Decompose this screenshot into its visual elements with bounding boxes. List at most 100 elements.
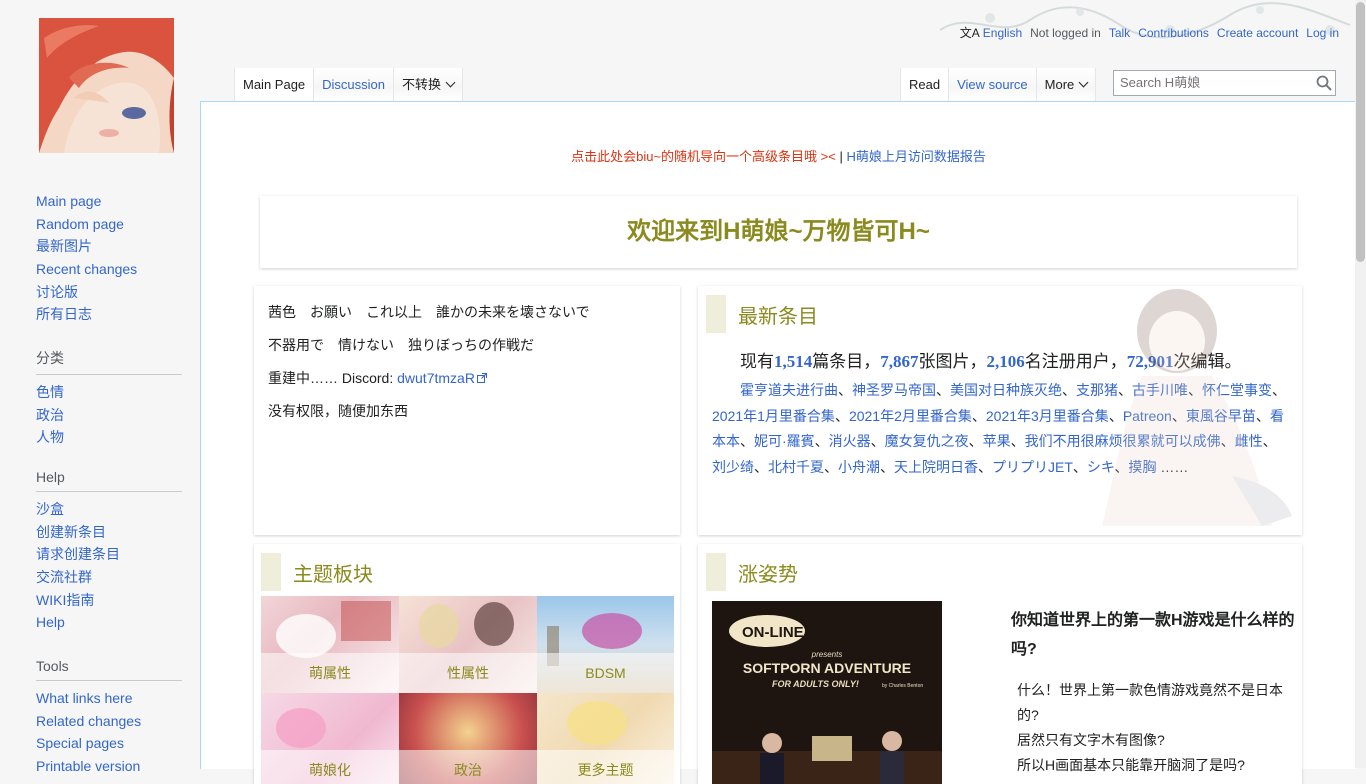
- category-politics[interactable]: 政治: [36, 407, 64, 423]
- topic-label: 政治: [399, 750, 537, 784]
- nav-new-images[interactable]: 最新图片: [36, 238, 92, 254]
- variant-dropdown-label: 不转换: [402, 77, 442, 92]
- pose-title: 涨姿势: [706, 553, 1302, 591]
- help-help[interactable]: Help: [36, 614, 65, 630]
- tab-main-page[interactable]: Main Page: [234, 68, 315, 101]
- tab-read[interactable]: Read: [900, 68, 950, 101]
- cover-brand-text: ON-LINE systems: [742, 624, 868, 641]
- chevron-down-icon: [445, 77, 456, 88]
- contributions-link[interactable]: Contributions: [1138, 26, 1209, 40]
- list-separator: 、: [870, 433, 885, 450]
- latest-bg-figure: [1082, 286, 1302, 535]
- did-you-know-text: 你知道世界上的第一款H游戏是什么样的吗? 什么！世界上第一款色情游戏竟然不是日本…: [1011, 606, 1301, 778]
- help-community[interactable]: 交流社群: [36, 569, 92, 585]
- list-separator: 、: [824, 459, 838, 476]
- title-accent-bar: [261, 553, 281, 591]
- scrollbar-thumb[interactable]: [1356, 2, 1365, 262]
- category-erotic[interactable]: 色情: [36, 384, 64, 400]
- topic-label: BDSM: [537, 653, 674, 693]
- help-create-article[interactable]: 创建新条目: [36, 524, 106, 540]
- tab-discussion[interactable]: Discussion: [314, 68, 395, 101]
- help-request-article[interactable]: 请求创建条目: [36, 546, 120, 562]
- discord-link[interactable]: dwut7tmzaR: [397, 370, 475, 386]
- variant-dropdown[interactable]: 不转换: [394, 68, 464, 101]
- topic-label: 萌属性: [261, 653, 399, 693]
- intro-line-1: 茜色 お願い これ以上 誰かの未来を壊さないで: [268, 304, 590, 320]
- tools-special-pages[interactable]: Special pages: [36, 735, 124, 751]
- topic-tile-moefication[interactable]: 萌娘化: [261, 693, 399, 784]
- tab-view-source[interactable]: View source: [949, 68, 1037, 101]
- list-separator: 、: [740, 433, 754, 450]
- softporn-cover-image[interactable]: ON-LINE systems presents SOFTPORN ADVENT…: [712, 601, 942, 784]
- latest-article-link[interactable]: 苹果: [983, 433, 1011, 449]
- stats-images[interactable]: 7,867: [880, 352, 918, 371]
- latest-article-link[interactable]: 小舟潮: [838, 459, 880, 475]
- random-article-link[interactable]: 点击此处会biu~的随机导向一个高级条目哦 ><: [571, 149, 836, 164]
- chevron-down-icon: [1078, 77, 1089, 88]
- topic-label: 更多主题: [537, 750, 674, 784]
- tab-view-source-label[interactable]: View source: [957, 77, 1028, 92]
- nav-recent-changes[interactable]: Recent changes: [36, 261, 137, 277]
- nav-main-page[interactable]: Main page: [36, 193, 101, 209]
- stats-articles[interactable]: 1,514: [774, 352, 812, 371]
- stats-text: 现有: [740, 352, 774, 371]
- latest-article-link[interactable]: 妮可·羅賓: [754, 433, 815, 449]
- intro-line-3: 重建中…… Discord: dwut7tmzaR: [254, 366, 680, 399]
- topics-title-text: 主题板块: [293, 563, 373, 586]
- login-link[interactable]: Log in: [1306, 26, 1339, 40]
- topic-tile-bdsm[interactable]: BDSM: [537, 596, 674, 693]
- did-you-know-line-1: 什么！世界上第一款色情游戏竟然不是日本的?: [1017, 682, 1283, 723]
- latest-article-link[interactable]: 天上院明日香: [894, 459, 978, 475]
- more-dropdown[interactable]: More: [1036, 68, 1097, 101]
- talk-link[interactable]: Talk: [1109, 26, 1130, 40]
- language-english-link[interactable]: English: [983, 26, 1022, 40]
- search-input[interactable]: [1114, 71, 1316, 94]
- language-link[interactable]: 文A English: [960, 24, 1022, 41]
- page-scrollbar[interactable]: [1355, 0, 1366, 768]
- category-people[interactable]: 人物: [36, 429, 64, 445]
- help-wiki-guide[interactable]: WIKI指南: [36, 592, 94, 608]
- latest-article-link[interactable]: 北村千夏: [768, 459, 824, 475]
- list-separator: 、: [971, 407, 986, 424]
- topic-tile-politics[interactable]: 政治: [399, 693, 537, 784]
- help-portal: Help 沙盒 创建新条目 请求创建条目 交流社群 WIKI指南 Help: [36, 469, 182, 634]
- nav-all-logs[interactable]: 所有日志: [36, 306, 92, 322]
- create-account-link[interactable]: Create account: [1217, 26, 1298, 40]
- latest-title-text: 最新条目: [738, 305, 818, 328]
- topic-tile-moe[interactable]: 萌属性: [261, 596, 399, 693]
- latest-article-link[interactable]: 美国对日种族灭绝: [950, 382, 1062, 398]
- nav-random-page[interactable]: Random page: [36, 216, 124, 232]
- stats-users[interactable]: 2,106: [987, 352, 1025, 371]
- latest-article-link[interactable]: 霍亨道夫进行曲: [740, 382, 838, 398]
- help-sandbox[interactable]: 沙盒: [36, 501, 64, 517]
- topic-tile-sex[interactable]: 性属性: [399, 596, 537, 693]
- list-separator: 、: [978, 459, 992, 476]
- latest-article-link[interactable]: 消火器: [829, 433, 871, 449]
- more-dropdown-label: More: [1044, 77, 1075, 92]
- nav-forum[interactable]: 讨论版: [36, 284, 78, 300]
- latest-article-link[interactable]: プリプリJET: [992, 459, 1073, 475]
- latest-article-link[interactable]: 2021年2月里番合集: [849, 408, 972, 424]
- latest-articles-panel: 最新条目 现有1,514篇条目，7,867张图片，2,106名注册用户，72,9…: [698, 286, 1302, 535]
- pose-title-text: 涨姿势: [738, 563, 798, 586]
- tools-heading: Tools: [36, 658, 182, 681]
- tab-discussion-label[interactable]: Discussion: [322, 77, 385, 92]
- site-logo[interactable]: [39, 18, 174, 153]
- cover-subtitle-text: FOR ADULTS ONLY!: [772, 679, 859, 689]
- search-icon[interactable]: [1316, 75, 1332, 94]
- search-box: [1113, 70, 1336, 96]
- latest-article-link[interactable]: 魔女复仇之夜: [885, 433, 969, 449]
- cover-title-text: SOFTPORN ADVENTURE: [743, 660, 911, 676]
- tools-what-links-here[interactable]: What links here: [36, 690, 132, 706]
- monthly-report-link[interactable]: H萌娘上月访问数据报告: [847, 149, 986, 164]
- tab-main-page-label: Main Page: [243, 77, 306, 92]
- tools-printable-version[interactable]: Printable version: [36, 758, 140, 774]
- latest-article-link[interactable]: 2021年1月里番合集: [712, 408, 835, 424]
- topic-tile-more[interactable]: 更多主题: [537, 693, 674, 784]
- tools-related-changes[interactable]: Related changes: [36, 713, 141, 729]
- list-separator: 、: [834, 407, 849, 424]
- latest-article-link[interactable]: 神圣罗马帝国: [852, 382, 936, 398]
- did-you-know-line-2: 居然只有文字木有图像?: [1017, 732, 1165, 748]
- latest-article-link[interactable]: 刘少绮: [712, 459, 754, 475]
- cover-author-text: by Charles Benton: [882, 683, 923, 689]
